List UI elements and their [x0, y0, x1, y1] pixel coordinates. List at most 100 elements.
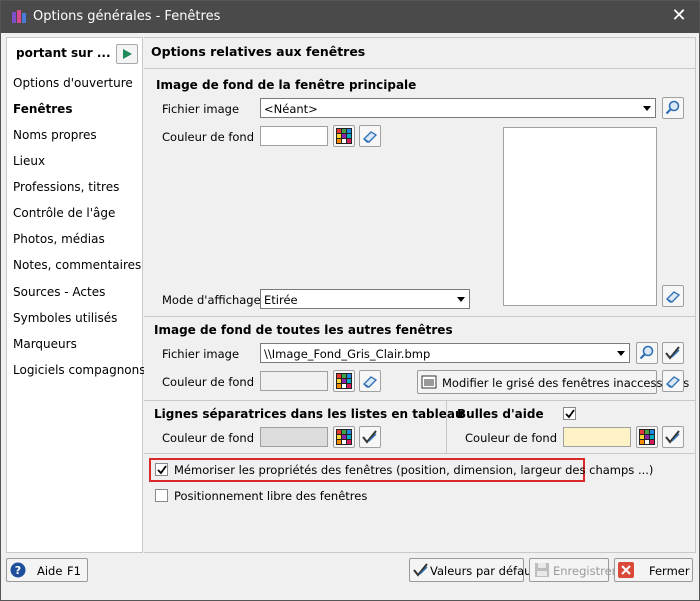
- modify-grayed-windows-label: Modifier le grisé des fenêtres inaccessi…: [442, 376, 690, 390]
- sidebar-item-photos-medias[interactable]: Photos, médias: [13, 232, 105, 246]
- options-panel: Options relatives aux fenêtres Image de …: [144, 37, 696, 553]
- separator-lines-color-swatch[interactable]: [260, 427, 328, 447]
- help-button[interactable]: ? Aide F1: [6, 558, 88, 582]
- browse-other-bg-button[interactable]: [636, 342, 658, 364]
- checkmark-icon: [157, 465, 167, 475]
- dialog-footer: ? Aide F1 Valeurs par défaut Enregistrer…: [1, 555, 699, 601]
- eraser-icon: [665, 376, 681, 388]
- tooltips-color-label: Couleur de fond: [465, 431, 557, 445]
- chevron-down-icon: [457, 297, 465, 302]
- tooltips-color-picker-button[interactable]: [636, 426, 658, 448]
- main-bg-color-swatch[interactable]: [260, 126, 328, 146]
- section-divider: [144, 316, 695, 317]
- checkmark-icon: [565, 409, 575, 419]
- sidebar-header-label: portant sur ...: [16, 46, 111, 60]
- other-bg-file-value: \\Image_Fond_Gris_Clair.bmp: [264, 347, 431, 361]
- close-window-button[interactable]: ✕: [659, 1, 699, 33]
- display-mode-value: Etirée: [264, 293, 298, 307]
- main-bg-clear-button[interactable]: [662, 285, 684, 307]
- tooltips-validate-button[interactable]: [662, 426, 684, 448]
- tooltips-color-swatch[interactable]: [563, 427, 631, 447]
- eraser-icon: [665, 291, 681, 303]
- svg-text:?: ?: [15, 564, 21, 577]
- sidebar-item-lieux[interactable]: Lieux: [13, 154, 45, 168]
- chevron-down-icon: [617, 351, 625, 356]
- sidebar-item-noms-propres[interactable]: Noms propres: [13, 128, 97, 142]
- close-icon: [618, 562, 634, 578]
- sidebar-header: portant sur ...: [7, 38, 142, 68]
- check-pen-icon: [665, 346, 680, 360]
- help-shortcut: F1: [67, 564, 81, 578]
- magnifier-icon: [665, 100, 680, 115]
- other-bg-color-label: Couleur de fond: [162, 375, 254, 389]
- check-pen-icon: [665, 430, 680, 444]
- magnifier-icon: [639, 345, 654, 360]
- other-bg-color-swatch[interactable]: [260, 371, 328, 391]
- free-position-label[interactable]: Positionnement libre des fenêtres: [174, 489, 367, 503]
- main-bg-color-clear-button[interactable]: [359, 125, 381, 147]
- separator-lines-color-picker-button[interactable]: [333, 426, 355, 448]
- sidebar-item-marqueurs[interactable]: Marqueurs: [13, 337, 77, 351]
- main-bg-color-label: Couleur de fond: [162, 130, 254, 144]
- palette-icon: [336, 429, 352, 445]
- sidebar-item-sources-actes[interactable]: Sources - Actes: [13, 285, 105, 299]
- defaults-label: Valeurs par défaut: [430, 564, 536, 578]
- section-vertical-divider: [446, 400, 447, 453]
- display-mode-label: Mode d'affichage: [162, 293, 261, 307]
- validate-other-bg-button[interactable]: [662, 342, 684, 364]
- panel-title-divider: [144, 68, 695, 69]
- sidebar-item-logiciels[interactable]: Logiciels compagnons: [13, 363, 146, 377]
- other-bg-file-label: Fichier image: [162, 347, 240, 361]
- memorize-label[interactable]: Mémoriser les propriétés des fenêtres (p…: [174, 463, 653, 477]
- sidebar-item-symboles[interactable]: Symboles utilisés: [13, 311, 117, 325]
- display-mode-select[interactable]: Etirée: [260, 289, 470, 309]
- app-icon: [12, 10, 26, 23]
- other-bg-clear-button[interactable]: [662, 370, 684, 392]
- separator-lines-validate-button[interactable]: [359, 426, 381, 448]
- close-label: Fermer: [649, 564, 690, 578]
- sidebar-go-button[interactable]: [116, 44, 138, 64]
- chevron-down-icon: [643, 106, 651, 111]
- main-bg-file-value: <Néant>: [264, 102, 318, 116]
- eraser-icon: [362, 376, 378, 388]
- sidebar-item-fenetres[interactable]: Fenêtres: [13, 102, 72, 116]
- main-bg-file-label: Fichier image: [162, 102, 240, 116]
- main-bg-preview: [503, 127, 657, 306]
- tooltips-enabled-checkbox[interactable]: [563, 407, 576, 420]
- separator-lines-heading: Lignes séparatrices dans les listes en t…: [154, 407, 464, 421]
- sidebar-item-notes[interactable]: Notes, commentaires: [13, 258, 141, 272]
- title-bar: Options générales - Fenêtres ✕: [1, 1, 699, 33]
- close-button[interactable]: Fermer: [614, 558, 693, 582]
- browse-main-bg-button[interactable]: [662, 97, 684, 119]
- window-icon: [421, 375, 437, 389]
- save-button[interactable]: Enregistrer: [529, 558, 616, 582]
- memorize-checkbox[interactable]: [155, 463, 168, 476]
- main-bg-color-picker-button[interactable]: [333, 125, 355, 147]
- check-pen-icon: [362, 430, 377, 444]
- defaults-button[interactable]: Valeurs par défaut: [409, 558, 536, 582]
- help-icon: ?: [10, 562, 26, 578]
- check-pen-icon: [413, 563, 428, 577]
- palette-icon: [336, 128, 352, 144]
- sidebar-item-professions[interactable]: Professions, titres: [13, 180, 119, 194]
- other-bg-file-select[interactable]: \\Image_Fond_Gris_Clair.bmp: [260, 343, 630, 363]
- other-bg-color-picker-button[interactable]: [333, 370, 355, 392]
- main-bg-heading: Image de fond de la fenêtre principale: [156, 78, 417, 92]
- free-position-checkbox[interactable]: [155, 489, 168, 502]
- panel-title: Options relatives aux fenêtres: [151, 44, 366, 59]
- help-label: Aide: [37, 564, 63, 578]
- eraser-icon: [362, 131, 378, 143]
- save-label: Enregistrer: [553, 564, 617, 578]
- section-divider: [144, 400, 695, 401]
- other-bg-color-clear-button[interactable]: [359, 370, 381, 392]
- section-divider: [144, 453, 695, 454]
- sidebar-item-controle-age[interactable]: Contrôle de l'âge: [13, 206, 115, 220]
- modify-grayed-windows-button[interactable]: Modifier le grisé des fenêtres inaccessi…: [417, 370, 689, 394]
- sidebar-item-options-ouverture[interactable]: Options d'ouverture: [13, 76, 133, 90]
- main-bg-file-select[interactable]: <Néant>: [260, 98, 656, 118]
- separator-lines-color-label: Couleur de fond: [162, 431, 254, 445]
- floppy-icon: [535, 563, 549, 577]
- palette-icon: [336, 373, 352, 389]
- tooltips-heading: Bulles d'aide: [457, 407, 544, 421]
- category-sidebar: portant sur ... Options d'ouverture Fenê…: [6, 37, 146, 553]
